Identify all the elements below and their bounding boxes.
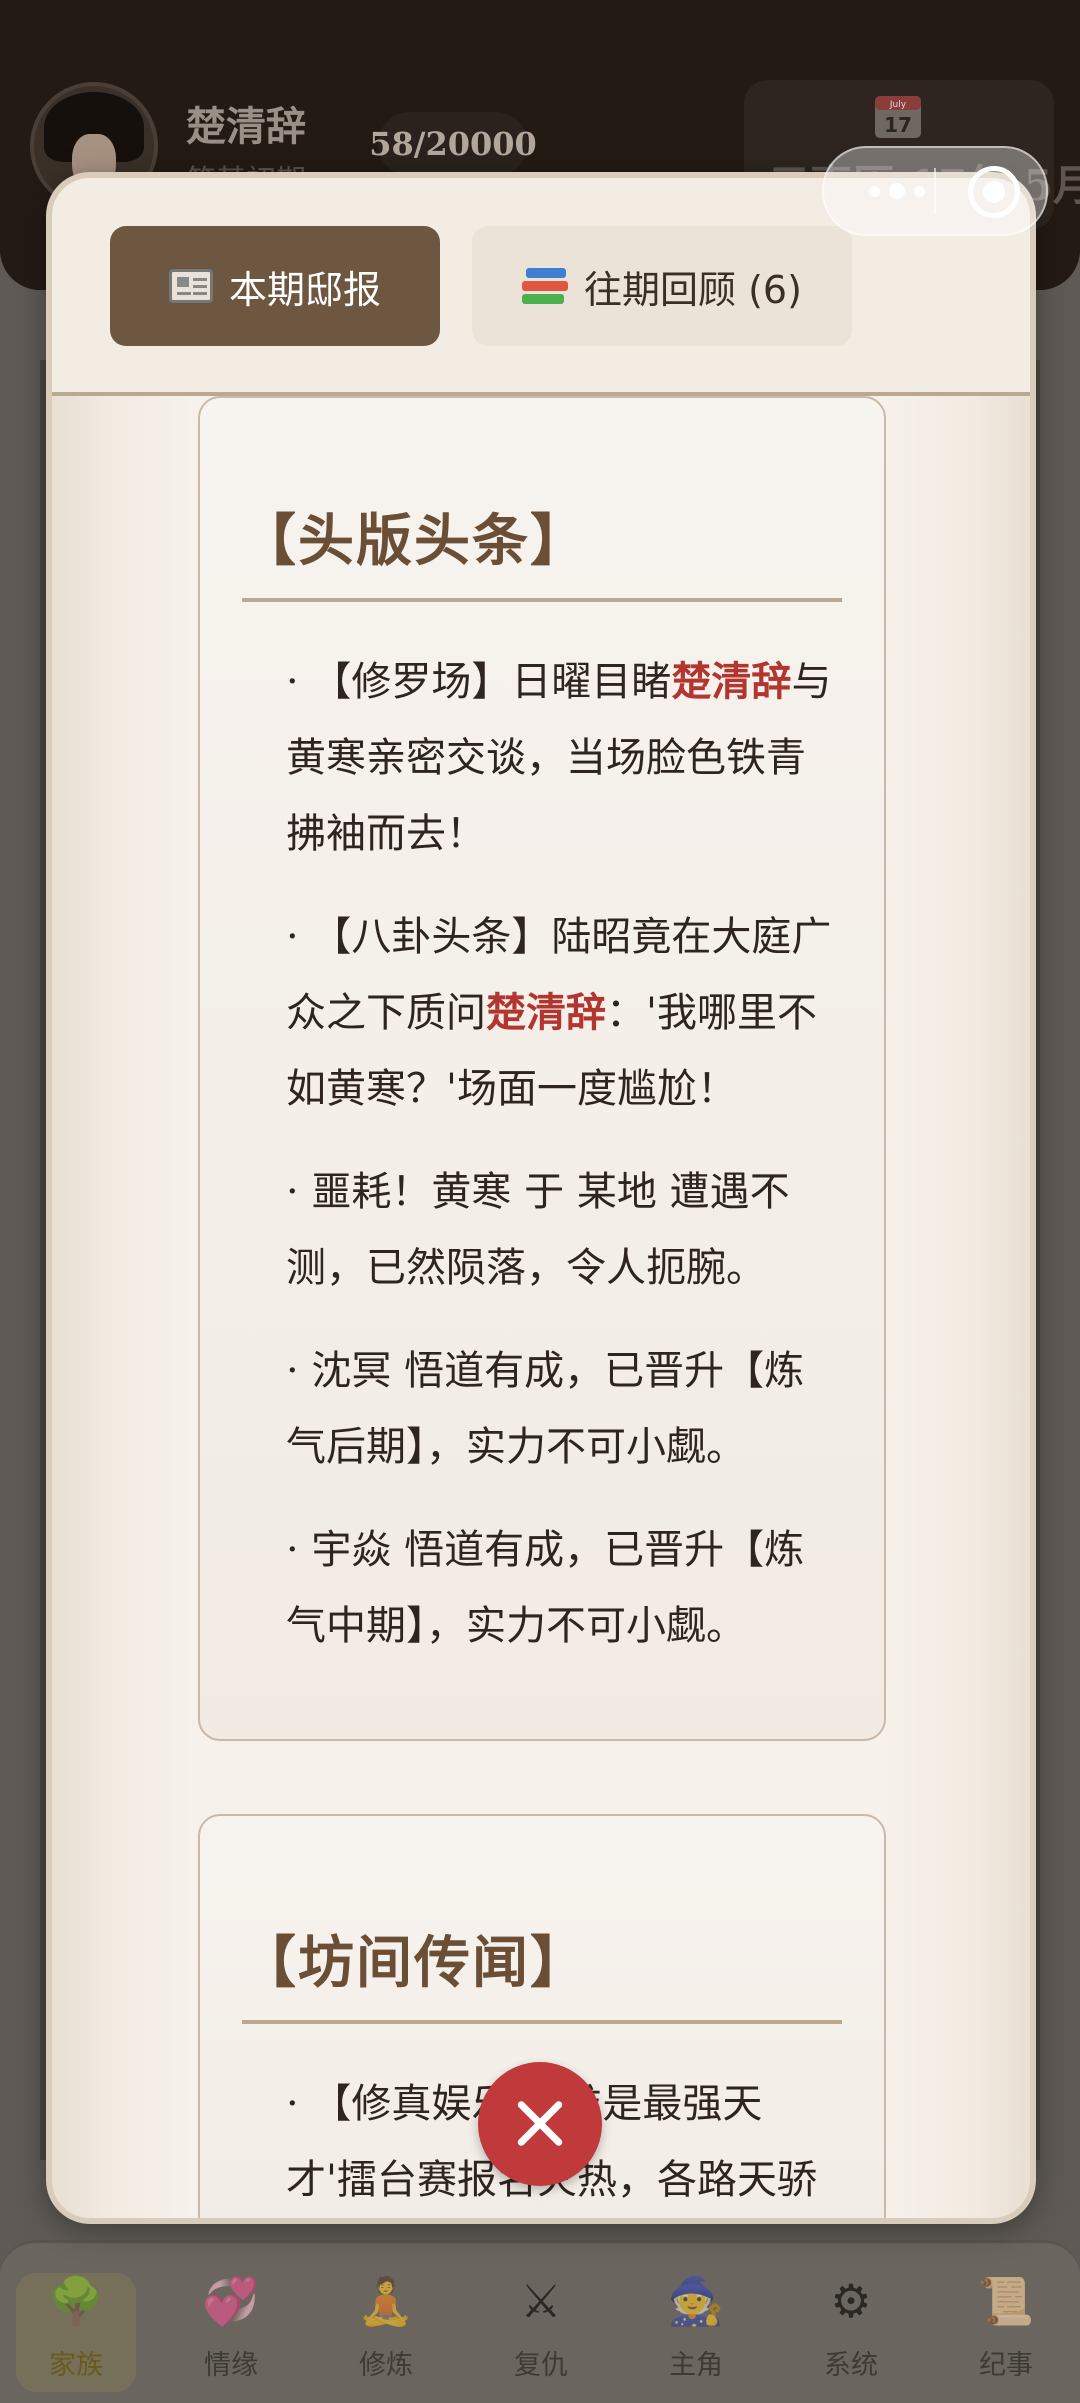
player-name: 楚清辞 <box>186 103 306 150</box>
resource-counter: 58/20000 <box>369 112 537 176</box>
tab-label: 修炼 <box>359 2350 413 2381</box>
tab-情缘[interactable]: 💞 情缘 <box>171 2273 291 2382</box>
news-item: · 【八卦头条】陆昭竟在大庭广众之下质问楚清辞：'我哪里不如黄寒？'场面一度尴尬… <box>286 899 844 1127</box>
tab-label: 纪事 <box>979 2350 1033 2381</box>
tab-主角[interactable]: 🧙 主角 <box>636 2273 756 2382</box>
news-item: · 噩耗！黄寒 于 某地 遭遇不测，已然陨落，令人扼腕。 <box>286 1154 844 1306</box>
tab-家族[interactable]: 🌳 家族 <box>16 2273 136 2392</box>
tab-复仇[interactable]: ⚔ 复仇 <box>481 2273 601 2382</box>
gazette-content[interactable]: 【头版头条】 · 【修罗场】日曜目睹楚清辞与黄寒亲密交谈，当场脸色铁青拂袖而去！… <box>52 396 1030 2218</box>
section-title: 【坊间传闻】 <box>240 1930 588 1996</box>
tab-label: 家族 <box>49 2350 103 2381</box>
hearts-icon: 💞 <box>202 2274 260 2328</box>
meditation-icon: 🧘 <box>357 2274 415 2328</box>
news-text: · 噩耗！黄寒 于 某地 遭遇不测，已然陨落，令人扼腕。 <box>286 1169 790 1291</box>
tab-label: 系统 <box>824 2350 878 2381</box>
section-divider <box>242 2020 842 2024</box>
tree-icon: 🌳 <box>47 2274 105 2328</box>
tab-系统[interactable]: ⚙ 系统 <box>791 2273 911 2382</box>
highlighted-name: 楚清辞 <box>671 658 792 705</box>
gazette-modal: 本期邸报 往期回顾 (6) 【头版头条】 · 【修罗场】日曜目睹楚清辞与黄寒亲密… <box>46 172 1036 2224</box>
more-menu-icon[interactable] <box>852 174 942 208</box>
scroll-icon: 📜 <box>977 2274 1035 2328</box>
tab-past-label: 往期回顾 (6) <box>584 267 802 312</box>
tab-label: 复仇 <box>514 2350 568 2381</box>
capsule-divider <box>934 168 936 214</box>
news-item: · 沈冥 悟道有成，已晋升【炼气后期】，实力不可小觑。 <box>286 1333 844 1485</box>
section-title: 【头版头条】 <box>240 508 588 574</box>
calendar-month: July <box>889 100 907 110</box>
section-divider <box>242 598 842 602</box>
mini-program-capsule <box>822 146 1048 236</box>
tab-纪事[interactable]: 📜 纪事 <box>946 2273 1066 2382</box>
close-miniprogram-icon[interactable] <box>968 166 1020 218</box>
news-text: · 宇焱 悟道有成，已晋升【炼气中期】，实力不可小觑。 <box>286 1527 805 1649</box>
highlighted-name: 楚清辞 <box>486 989 606 1036</box>
news-text: · 【修罗场】日曜目睹 <box>286 659 672 705</box>
news-item: · 宇焱 悟道有成，已晋升【炼气中期】，实力不可小觑。 <box>286 1512 844 1664</box>
bottom-tab-bar: 🌳 家族 💞 情缘 🧘 修炼 ⚔ 复仇 🧙 主角 ⚙ 系统 📜 纪事 <box>0 2240 1080 2403</box>
news-list: · 【修罗场】日曜目睹楚清辞与黄寒亲密交谈，当场脸色铁青拂袖而去！ · 【八卦头条… <box>286 644 844 1691</box>
news-item: · 【修罗场】日曜目睹楚清辞与黄寒亲密交谈，当场脸色铁青拂袖而去！ <box>286 644 844 872</box>
calendar-icon: July 17 <box>875 96 921 138</box>
tab-label: 主角 <box>669 2350 723 2381</box>
tab-current-label: 本期邸报 <box>228 267 381 312</box>
close-button[interactable] <box>478 2062 602 2186</box>
tab-修炼[interactable]: 🧘 修炼 <box>326 2273 446 2382</box>
section-headlines: 【头版头条】 · 【修罗场】日曜目睹楚清辞与黄寒亲密交谈，当场脸色铁青拂袖而去！… <box>198 396 886 1741</box>
news-text: · 沈冥 悟道有成，已晋升【炼气后期】，实力不可小觑。 <box>286 1348 805 1470</box>
swords-icon: ⚔ <box>520 2274 562 2328</box>
gear-icon: ⚙ <box>830 2274 872 2328</box>
calendar-day: 17 <box>884 113 912 137</box>
tab-current-issue[interactable]: 本期邸报 <box>110 226 440 346</box>
newspaper-icon <box>168 269 213 303</box>
tab-label: 情缘 <box>204 2350 258 2381</box>
mage-icon: 🧙 <box>667 2274 725 2328</box>
tab-past-issues[interactable]: 往期回顾 (6) <box>472 226 852 346</box>
books-icon <box>522 266 569 306</box>
